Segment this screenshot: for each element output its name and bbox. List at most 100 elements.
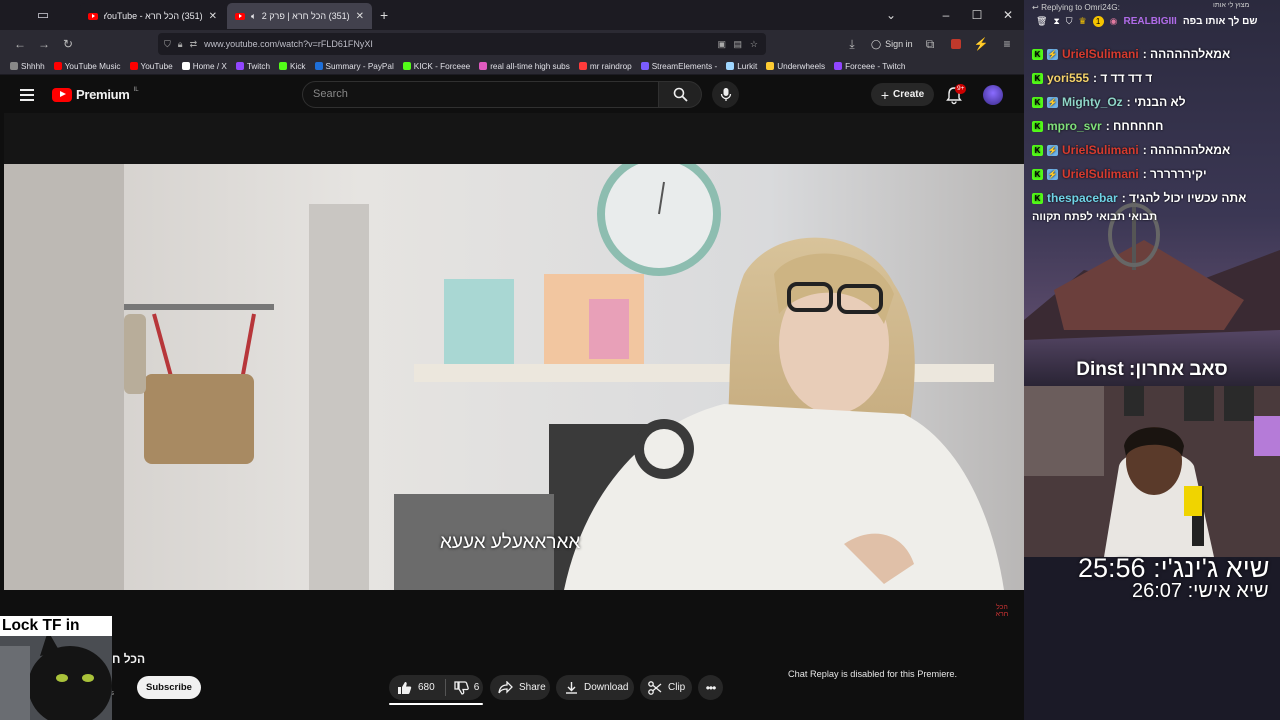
extension-blue-icon[interactable]: ⚡ xyxy=(969,32,993,56)
download-icon xyxy=(566,682,577,694)
share-label: Share xyxy=(519,682,546,693)
bookmark-item[interactable]: Lurkit xyxy=(726,62,757,71)
kick-badge-icon: K xyxy=(1032,96,1043,108)
url-text[interactable]: www.youtube.com/watch?v=rFLD61FNyXI xyxy=(204,39,373,49)
bookmark-label: YouTube Music xyxy=(64,61,121,71)
kick-badge-icon: K xyxy=(1032,72,1043,84)
search-input[interactable]: Search xyxy=(302,81,659,108)
tab-title: (351) הכל חרא - YouTube xyxy=(104,11,203,21)
avatar[interactable] xyxy=(983,85,1003,105)
like-separator xyxy=(444,679,446,696)
bookmark-star-icon[interactable]: ☆ xyxy=(750,39,758,50)
menu-icon[interactable]: ≡ xyxy=(995,32,1019,56)
bookmark-label: Summary - PayPal xyxy=(325,61,394,71)
close-window-icon[interactable]: ✕ xyxy=(993,0,1023,30)
video-letterbox-top xyxy=(4,113,1024,164)
like-count[interactable]: 680 xyxy=(418,682,435,693)
maximize-icon[interactable]: ☐ xyxy=(962,0,992,30)
kick-badge-icon: K xyxy=(1032,168,1043,180)
dislike-count[interactable]: 6 xyxy=(474,682,480,693)
chat-message: K ⚡ UrielSulimani יקירררררר : xyxy=(1032,166,1207,182)
reader-view-icon[interactable]: ▤ xyxy=(733,39,742,50)
speaker-icon[interactable]: 🔈︎ xyxy=(251,11,256,22)
video-player[interactable] xyxy=(4,164,1024,590)
voice-search-button[interactable] xyxy=(712,81,739,108)
bookmark-label: Lurkit xyxy=(737,61,758,71)
bookmark-item[interactable]: YouTube xyxy=(129,62,173,71)
share-button[interactable]: Share xyxy=(490,675,550,700)
bookmark-label: Home / X xyxy=(192,61,227,71)
lock-icon[interactable]: 🔒︎ xyxy=(178,39,183,50)
download-button[interactable]: Download xyxy=(556,675,634,700)
logo-text: Premium xyxy=(76,87,130,102)
bookmark-item[interactable]: Home / X xyxy=(181,61,227,71)
bookmark-label: StreamElements - xyxy=(651,61,718,71)
chat-username: UrielSulimani xyxy=(1062,143,1139,157)
forward-icon[interactable]: → xyxy=(32,32,56,56)
like-dislike-group: 680 6 xyxy=(389,675,483,700)
bookmark-item[interactable]: Twitch xyxy=(235,62,270,71)
share-icon xyxy=(498,681,513,694)
chat-message: K ⚡ UrielSulimani אמאלהההההה : xyxy=(1032,142,1230,158)
bookmark-favicon-icon xyxy=(314,62,323,70)
tab-overview-icon[interactable]: ▭ xyxy=(28,0,58,30)
sub-badge-icon: ⚡ xyxy=(1047,48,1058,60)
bookmark-item[interactable]: Forceee - Twitch xyxy=(834,62,905,71)
url-bar[interactable]: ⛉ 🔒︎ ⇄ www.youtube.com/watch?v=rFLD61FNy… xyxy=(158,33,766,55)
bookmark-item[interactable]: real all-time high subs xyxy=(479,62,570,71)
picture-in-picture-icon[interactable]: ▣ xyxy=(717,39,726,50)
chat-username: yori555 xyxy=(1047,71,1090,85)
tab-youtube-1[interactable]: (351) הכל חרא - YouTube ✕ xyxy=(80,3,225,29)
bookmark-item[interactable]: Underwheels xyxy=(766,62,825,71)
bookmark-item[interactable]: StreamElements - xyxy=(640,61,718,71)
plus-icon: + xyxy=(880,86,890,103)
chat-message: Kthespacebar אתה עכשיו יכול להגיד : xyxy=(1032,190,1246,206)
reply-header-quote: מצוץ לי אותו xyxy=(1213,2,1250,9)
tab-youtube-2[interactable]: 🔈︎ (351) הכל חרא | פרק 2: ניו ✕ xyxy=(227,3,372,29)
avatar-badge-icon: ◉ xyxy=(1109,16,1118,26)
close-tab-icon[interactable]: ✕ xyxy=(356,11,364,22)
minimize-icon[interactable]: – xyxy=(931,0,961,30)
sign-in-button[interactable]: ◯ Sign in xyxy=(871,39,913,50)
bookmark-item[interactable]: KICK - Forceee xyxy=(402,62,470,71)
bookmark-favicon-icon xyxy=(279,62,288,70)
extension-red-icon[interactable] xyxy=(944,32,968,56)
search-button[interactable] xyxy=(659,81,702,108)
reply-header-text: Replying to Omri24G: xyxy=(1041,3,1120,12)
search-icon xyxy=(673,87,688,102)
extensions-icon[interactable]: ⧉ xyxy=(918,32,942,56)
close-tab-icon[interactable]: ✕ xyxy=(209,11,217,22)
thumbs-up-icon[interactable] xyxy=(397,681,412,695)
create-button[interactable]: + Create xyxy=(871,83,934,106)
more-actions-button[interactable]: ••• xyxy=(698,675,723,700)
clip-button[interactable]: Clip xyxy=(640,675,692,700)
bookmark-item[interactable]: Summary - PayPal xyxy=(314,61,394,71)
nav-bar: ← → ↻ ⛉ 🔒︎ ⇄ www.youtube.com/watch?v=rFL… xyxy=(0,30,1024,58)
bookmark-item[interactable]: mr raindrop xyxy=(578,62,632,71)
bookmark-label: Forceee - Twitch xyxy=(845,61,906,71)
back-icon[interactable]: ← xyxy=(8,32,32,56)
webcam-image xyxy=(1024,386,1280,557)
downloads-icon[interactable]: ⤓ xyxy=(840,32,864,56)
youtube-favicon-icon xyxy=(88,12,98,20)
video-subtitle: אאראאעלע אעעא xyxy=(440,532,581,553)
bookmark-favicon-icon xyxy=(53,62,62,70)
bookmark-item[interactable]: YouTube Music xyxy=(53,61,121,71)
chat-message-continuation: תבואי תבואי לפתח תקווה xyxy=(1032,211,1158,223)
reload-icon[interactable]: ↻ xyxy=(56,32,80,56)
thumbs-down-icon[interactable] xyxy=(454,680,469,695)
youtube-premium-logo[interactable]: Premium IL xyxy=(52,87,139,102)
channel-watermark[interactable]: הכל חרא xyxy=(994,604,1010,618)
trash-icon: 🗑︎ xyxy=(1036,16,1048,26)
bookmark-label: real all-time high subs xyxy=(490,61,570,71)
tab-list-chevron-icon[interactable]: ⌄ xyxy=(876,0,906,30)
new-tab-icon[interactable]: + xyxy=(380,7,388,23)
shield-icon[interactable]: ⛉ xyxy=(164,39,171,50)
subscribe-button[interactable]: Subscribe xyxy=(137,676,201,699)
permissions-icon[interactable]: ⇄ xyxy=(190,39,198,50)
hamburger-menu-icon[interactable] xyxy=(20,89,34,101)
bookmark-item[interactable]: Shhhh xyxy=(10,62,45,71)
sign-in-label: Sign in xyxy=(885,39,913,49)
bookmark-item[interactable]: Kick xyxy=(279,62,306,71)
channel-name[interactable]: הכל ח xyxy=(112,652,145,666)
